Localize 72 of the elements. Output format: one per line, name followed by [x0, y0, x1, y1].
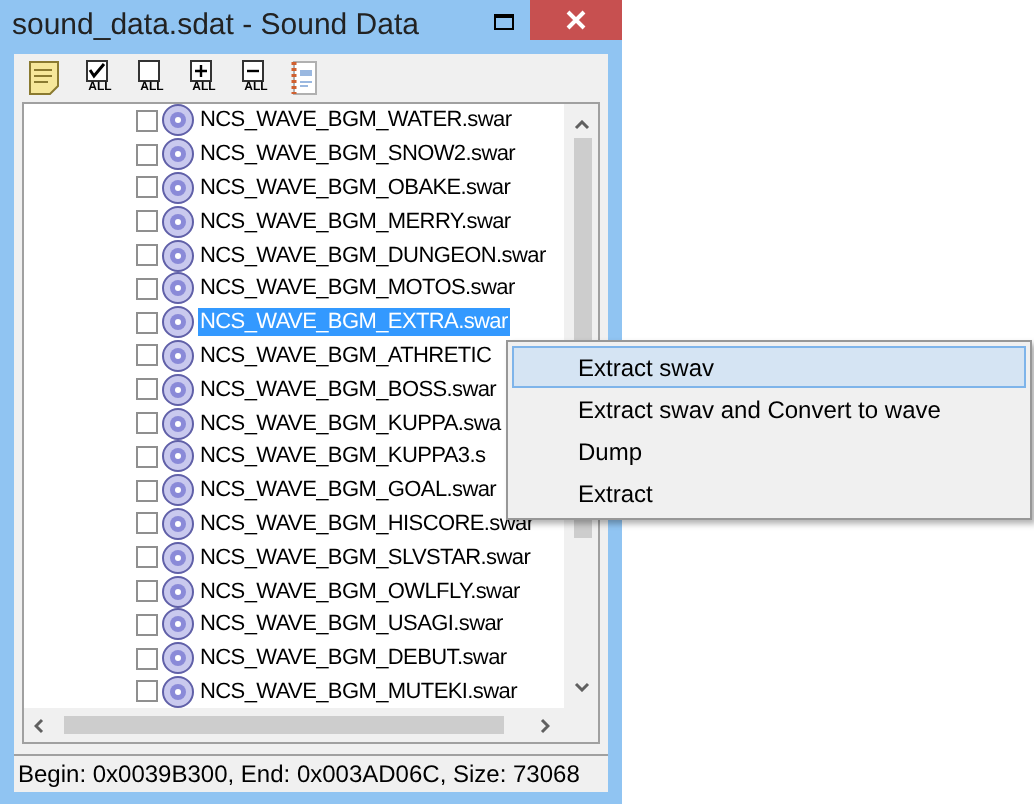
disc-icon	[162, 541, 194, 574]
tree-item[interactable]: NCS_WAVE_BGM_DEBUT.swar	[198, 644, 509, 673]
horizontal-scrollbar[interactable]	[24, 708, 598, 742]
checkbox[interactable]	[136, 109, 158, 132]
disc-icon	[162, 138, 194, 171]
scroll-down-icon[interactable]	[573, 682, 589, 692]
scroll-left-icon[interactable]	[34, 717, 44, 733]
checkbox[interactable]	[136, 378, 158, 401]
scrollbar-thumb[interactable]	[64, 716, 504, 734]
tree-item[interactable]: NCS_WAVE_BGM_KUPPA3.s	[198, 442, 488, 471]
disc-icon	[162, 272, 194, 305]
tree-item[interactable]: NCS_WAVE_BGM_OWLFLY.swar	[198, 577, 522, 606]
disc-icon	[162, 608, 194, 641]
menu-item[interactable]: Extract swav and Convert to wave	[512, 388, 1026, 430]
checkbox[interactable]	[136, 277, 158, 300]
close-icon	[566, 9, 586, 29]
checkbox[interactable]	[136, 244, 158, 267]
menu-item[interactable]: Extract	[512, 472, 1026, 514]
checkbox[interactable]	[136, 445, 158, 468]
disc-icon	[162, 205, 194, 238]
checkbox[interactable]	[136, 176, 158, 199]
checkbox[interactable]	[136, 143, 158, 166]
menu-item[interactable]: Dump	[512, 430, 1026, 472]
disc-icon	[162, 440, 194, 473]
checkbox[interactable]	[136, 210, 158, 233]
disc-icon	[162, 507, 194, 540]
plus-box-icon	[189, 60, 211, 82]
checkbox[interactable]	[136, 613, 158, 636]
scroll-up-icon[interactable]	[573, 120, 589, 130]
checkbox-icon	[137, 60, 159, 82]
tree-item[interactable]: NCS_WAVE_BGM_USAGI.swar	[198, 610, 505, 639]
disc-icon	[162, 306, 194, 339]
note-icon	[28, 60, 60, 96]
checkbox[interactable]	[136, 311, 158, 334]
tree-item[interactable]: NCS_WAVE_BGM_KUPPA.swa	[198, 409, 503, 438]
tree-item[interactable]: NCS_WAVE_BGM_BOSS.swar	[198, 375, 499, 404]
tree-item[interactable]: NCS_WAVE_BGM_HISCORE.swar	[198, 509, 536, 538]
checkbox[interactable]	[136, 680, 158, 703]
minus-box-icon	[241, 60, 263, 82]
menu-item[interactable]: Extract swav	[512, 346, 1026, 388]
status-text: Begin: 0x0039B300, End: 0x003AD06C, Size: 73068	[18, 758, 580, 792]
checkbox-icon	[85, 60, 107, 82]
tree-item[interactable]: NCS_WAVE_BGM_MERRY.swar	[198, 207, 513, 236]
disc-icon	[162, 575, 194, 608]
close-button[interactable]	[530, 0, 622, 39]
checkbox[interactable]	[136, 412, 158, 435]
disc-icon	[162, 171, 194, 204]
window-title: sound_data.sdat - Sound Data	[12, 6, 419, 47]
checkbox[interactable]	[136, 344, 158, 367]
tree-item[interactable]: NCS_WAVE_BGM_GOAL.swar	[198, 476, 499, 505]
checkbox[interactable]	[136, 580, 158, 603]
tree-item[interactable]: NCS_WAVE_BGM_OBAKE.swar	[198, 173, 513, 202]
tree-item[interactable]: NCS_WAVE_BGM_WATER.swar	[198, 106, 514, 135]
scroll-right-icon[interactable]	[540, 717, 550, 733]
checkbox[interactable]	[136, 479, 158, 502]
disc-icon	[162, 642, 194, 675]
tree-item[interactable]: NCS_WAVE_BGM_SLVSTAR.swar	[198, 543, 533, 572]
disc-icon	[162, 239, 194, 272]
checkbox[interactable]	[136, 512, 158, 535]
notebook-icon	[290, 60, 318, 96]
tree-item[interactable]: NCS_WAVE_BGM_DUNGEON.swar	[198, 241, 548, 270]
disc-icon	[162, 675, 194, 708]
disc-icon	[162, 407, 194, 440]
disc-icon	[162, 339, 194, 372]
checkbox[interactable]	[136, 546, 158, 569]
disc-icon	[162, 474, 194, 507]
tree-item[interactable]: NCS_WAVE_BGM_ATHRETIC	[198, 341, 494, 370]
disc-icon	[162, 373, 194, 406]
tree-item[interactable]: NCS_WAVE_BGM_MOTOS.swar	[198, 274, 517, 303]
checkbox[interactable]	[136, 647, 158, 670]
tree-item[interactable]: NCS_WAVE_BGM_SNOW2.swar	[198, 140, 518, 169]
tree-item[interactable]: NCS_WAVE_BGM_MUTEKI.swar	[198, 677, 519, 706]
